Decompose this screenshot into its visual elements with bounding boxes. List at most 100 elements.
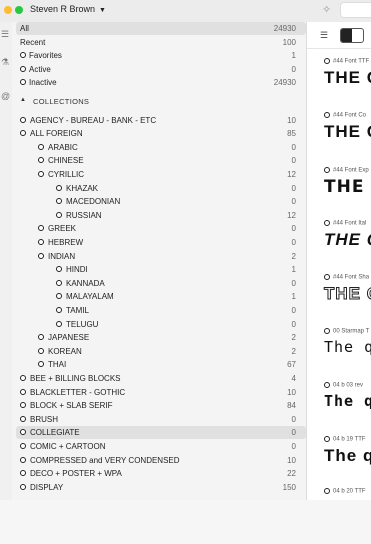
collection-circle-icon bbox=[56, 293, 62, 300]
collection-circle-icon bbox=[20, 429, 26, 436]
collection-item[interactable]: COMIC + CARTOON 0 bbox=[12, 440, 306, 453]
collection-item[interactable]: BEE + BILLING BLOCKS 4 bbox=[12, 372, 306, 385]
collection-label: GREEK bbox=[48, 224, 77, 234]
font-meta-label: 04 b 03 rev bbox=[333, 382, 364, 389]
collection-item[interactable]: HEBREW 0 bbox=[12, 236, 306, 249]
font-preview-card[interactable]: #44 Font Exp THE bbox=[307, 167, 371, 223]
collection-item[interactable]: BLOCK + SLAB SERIF 84 bbox=[12, 399, 306, 412]
font-name: #44 Font Sha bbox=[324, 274, 369, 281]
font-sample: THE Q bbox=[324, 68, 371, 87]
collection-circle-icon bbox=[20, 483, 26, 490]
collection-item[interactable]: DECO + POSTER + WPA 22 bbox=[12, 467, 306, 480]
flask-icon[interactable]: ⚗ bbox=[1, 58, 9, 67]
collection-item[interactable]: KOREAN 2 bbox=[12, 345, 306, 358]
font-preview-card[interactable]: 04 b 03 rev The q bbox=[307, 382, 371, 438]
font-name: 00 Starmap T bbox=[324, 328, 369, 335]
font-meta-label: 04 b 20 TTF bbox=[333, 488, 366, 495]
collection-item[interactable]: KANNADA 0 bbox=[12, 277, 306, 290]
collection-circle-icon bbox=[38, 157, 44, 164]
collection-item[interactable]: ALL FOREIGN 85 bbox=[12, 127, 306, 140]
font-preview-card[interactable]: 04 b 19 TTF The q bbox=[307, 436, 371, 492]
sidebar-item-all[interactable]: All 24930 bbox=[16, 22, 306, 35]
collection-item[interactable]: RUSSIAN 12 bbox=[12, 209, 306, 222]
collection-item[interactable]: JAPANESE 2 bbox=[12, 331, 306, 344]
font-preview-card[interactable]: #44 Font Co THE QU bbox=[307, 112, 371, 168]
collection-count: 0 bbox=[291, 183, 296, 193]
font-preview-card[interactable]: #44 Font Sha THE Q bbox=[307, 274, 371, 330]
sparkle-icon[interactable]: ✧ bbox=[322, 3, 331, 16]
theme-toggle[interactable] bbox=[340, 28, 364, 43]
font-sample: The q bbox=[324, 446, 371, 465]
collection-label: BLACKLETTER - GOTHIC bbox=[30, 387, 126, 397]
user-menu[interactable]: Steven R Brown ▼ bbox=[30, 4, 106, 14]
font-name: 04 b 03 rev bbox=[324, 382, 363, 389]
collection-label: TAMIL bbox=[66, 305, 89, 315]
zoom-window-button[interactable] bbox=[15, 6, 23, 14]
collection-item[interactable]: TAMIL 0 bbox=[12, 304, 306, 317]
font-sample: The q bbox=[324, 338, 371, 356]
collection-count: 150 bbox=[282, 482, 296, 492]
collection-circle-icon bbox=[20, 442, 26, 449]
list-view-icon[interactable]: ☰ bbox=[320, 30, 328, 41]
collection-label: MALAYALAM bbox=[66, 292, 114, 302]
list-lines-icon[interactable]: ☰ bbox=[1, 30, 9, 39]
collection-item[interactable]: AGENCY - BUREAU - BANK - ETC 10 bbox=[12, 114, 306, 127]
font-meta-label: #44 Font Co bbox=[333, 112, 367, 119]
collection-label: THAI bbox=[48, 360, 67, 370]
collection-item[interactable]: HINDI 1 bbox=[12, 263, 306, 276]
collection-count: 0 bbox=[291, 237, 296, 247]
font-name: 04 b 19 TTF bbox=[324, 436, 366, 443]
font-name: #44 Font Ital bbox=[324, 220, 366, 227]
font-sample: The q bbox=[324, 392, 371, 410]
collection-circle-icon bbox=[38, 347, 44, 354]
minimize-window-button[interactable] bbox=[4, 6, 12, 14]
font-meta-label: #44 Font TTF bbox=[333, 58, 370, 65]
sidebar-item-favorites[interactable]: Favorites 1 bbox=[12, 49, 306, 62]
font-preview-card[interactable]: #44 Font Ital THE Q bbox=[307, 220, 371, 276]
collection-item[interactable]: BRUSH 0 bbox=[12, 413, 306, 426]
collection-item[interactable]: MALAYALAM 1 bbox=[12, 290, 306, 303]
collection-label: ARABIC bbox=[48, 142, 78, 152]
status-circle-icon bbox=[324, 328, 330, 334]
collection-item[interactable]: CHINESE 0 bbox=[12, 154, 306, 167]
font-preview-card[interactable]: 04 b 20 TTF bbox=[307, 488, 371, 544]
collection-circle-icon bbox=[56, 184, 62, 191]
item-count: 1 bbox=[291, 51, 296, 60]
collection-item[interactable]: COMPRESSED and VERY CONDENSED 10 bbox=[12, 454, 306, 467]
font-sample: THE QU bbox=[324, 122, 371, 141]
collection-label: MACEDONIAN bbox=[66, 197, 121, 207]
collection-circle-icon bbox=[20, 388, 26, 395]
font-preview-card[interactable]: 00 Starmap T The q bbox=[307, 328, 371, 384]
sidebar-item-recent[interactable]: Recent 100 bbox=[12, 36, 306, 49]
collection-item[interactable]: MACEDONIAN 0 bbox=[12, 195, 306, 208]
collection-item[interactable]: DISPLAY 150 bbox=[12, 481, 306, 494]
status-dot-icon bbox=[20, 79, 26, 85]
search-input[interactable] bbox=[340, 2, 371, 18]
collection-item[interactable]: CYRILLIC 12 bbox=[12, 168, 306, 181]
item-count: 100 bbox=[282, 37, 296, 47]
collection-item[interactable]: THAI 67 bbox=[12, 358, 306, 371]
collection-item[interactable]: GREEK 0 bbox=[12, 222, 306, 235]
status-circle-icon bbox=[324, 436, 330, 442]
collection-item[interactable]: COLLEGIATE 0 bbox=[16, 426, 306, 440]
collection-item[interactable]: KHAZAK 0 bbox=[12, 182, 306, 195]
collection-item[interactable]: BLACKLETTER - GOTHIC 10 bbox=[12, 386, 306, 399]
triangle-up-icon: ▲ bbox=[20, 96, 26, 103]
collection-item[interactable]: INDIAN 2 bbox=[12, 250, 306, 263]
collection-item[interactable]: TELUGU 0 bbox=[12, 318, 306, 331]
collection-circle-icon bbox=[38, 170, 44, 177]
swirl-icon[interactable]: @ bbox=[1, 92, 10, 101]
collection-count: 4 bbox=[291, 373, 296, 383]
collection-circle-icon bbox=[38, 225, 44, 232]
font-preview-card[interactable]: #44 Font TTF THE Q bbox=[307, 58, 371, 114]
collection-item[interactable]: ARABIC 0 bbox=[12, 141, 306, 154]
collection-circle-icon bbox=[20, 415, 26, 422]
collections-header[interactable]: ▲ COLLECTIONS bbox=[12, 95, 306, 109]
font-sample: THE bbox=[324, 177, 365, 197]
sidebar: All 24930 Recent 100 Favorites 1 Active 0 Inacti… bbox=[12, 22, 307, 500]
collection-label: DISPLAY bbox=[30, 482, 64, 492]
collection-label: BRUSH bbox=[30, 414, 59, 424]
sidebar-item-active[interactable]: Active 0 bbox=[12, 63, 306, 76]
font-sample: THE Q bbox=[324, 230, 371, 249]
sidebar-item-inactive[interactable]: Inactive 24930 bbox=[12, 76, 306, 89]
